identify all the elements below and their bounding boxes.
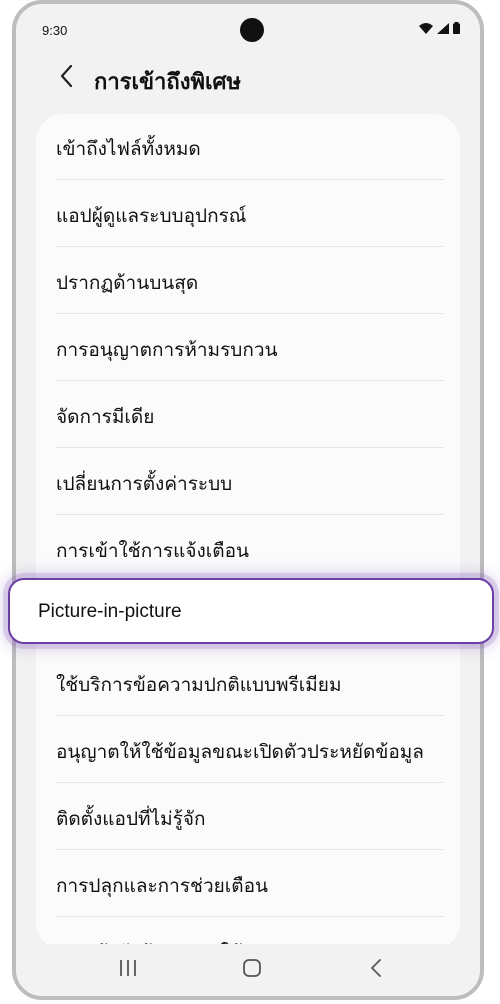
front-camera [240,18,264,42]
page-title: การเข้าถึงพิเศษ [94,70,241,95]
list-item-install-unknown-apps[interactable]: ติดตั้งแอปที่ไม่รู้จัก [36,784,460,850]
list-item-all-files-access[interactable]: เข้าถึงไฟล์ทั้งหมด [36,114,460,180]
list-item-label: แอปผู้ดูแลระบบอุปกรณ์ [56,205,247,227]
list-item-label: การปลุกและการช่วยเตือน [56,875,268,897]
list-item-label: เข้าถึงไฟล์ทั้งหมด [56,138,201,160]
list-item-appear-on-top[interactable]: ปรากฏด้านบนสุด [36,248,460,314]
status-bar: 9:30 [16,4,480,50]
list-item-label: ปรากฏด้านบนสุด [56,272,199,294]
list-item-label: อนุญาตให้ใช้ข้อมูลขณะเปิดตัวประหยัดข้อมู… [56,741,424,763]
list-item-alarms-reminders[interactable]: การปลุกและการช่วยเตือน [36,851,460,917]
list-item-device-admin-apps[interactable]: แอปผู้ดูแลระบบอุปกรณ์ [36,181,460,247]
recents-icon [118,959,138,981]
list-item-modify-system-settings[interactable]: เปลี่ยนการตั้งค่าระบบ [36,449,460,515]
divider [56,313,444,314]
navigation-bar [16,944,480,996]
recents-button[interactable] [108,954,148,986]
phone-frame: 9:30 การเข้าถึงพิเศษ เข้าถึงไฟล์ทั้งหมด [12,0,484,1000]
divider [56,380,444,381]
divider [56,782,444,783]
signal-icon [437,22,449,34]
list-item-label: Picture-in-picture [38,601,182,622]
list-item-do-not-disturb-permission[interactable]: การอนุญาตการห้ามรบกวน [36,315,460,381]
divider [56,179,444,180]
home-icon [242,958,262,982]
list-item-picture-in-picture[interactable]: Picture-in-picture [8,578,494,644]
app-header: การเข้าถึงพิเศษ [16,56,480,100]
home-button[interactable] [232,954,272,986]
back-button[interactable] [52,62,80,94]
list-item-notification-access[interactable]: การเข้าใช้การแจ้งเตือน [36,516,460,582]
list-item-label: ใช้บริการข้อความปกติแบบพรีเมียม [56,674,342,696]
status-time: 9:30 [42,23,68,38]
list-item-label: ติดตั้งแอปที่ไม่รู้จัก [56,808,206,830]
divider [56,849,444,850]
list-item-label: จัดการมีเดีย [56,406,155,428]
list-item-media-management[interactable]: จัดการมีเดีย [36,382,460,448]
list-item-premium-sms[interactable]: ใช้บริการข้อความปกติแบบพรีเมียม [36,650,460,716]
list-item-label: การเข้าใช้การแจ้งเตือน [56,540,249,562]
list-item-label: เปลี่ยนการตั้งค่าระบบ [56,473,233,495]
divider [56,246,444,247]
divider [56,715,444,716]
battery-icon [453,22,460,34]
wifi-icon [419,22,433,34]
divider [56,514,444,515]
nav-back-button[interactable] [356,954,396,986]
list-item-label: การอนุญาตการห้ามรบกวน [56,339,278,361]
status-icons [419,22,460,34]
divider [56,916,444,917]
special-access-list: เข้าถึงไฟล์ทั้งหมด แอปผู้ดูแลระบบอุปกรณ์… [36,114,460,950]
list-item-unrestricted-data[interactable]: อนุญาตให้ใช้ข้อมูลขณะเปิดตัวประหยัดข้อมู… [36,717,460,783]
chevron-left-icon [59,64,73,92]
divider [56,447,444,448]
back-icon [370,958,382,982]
